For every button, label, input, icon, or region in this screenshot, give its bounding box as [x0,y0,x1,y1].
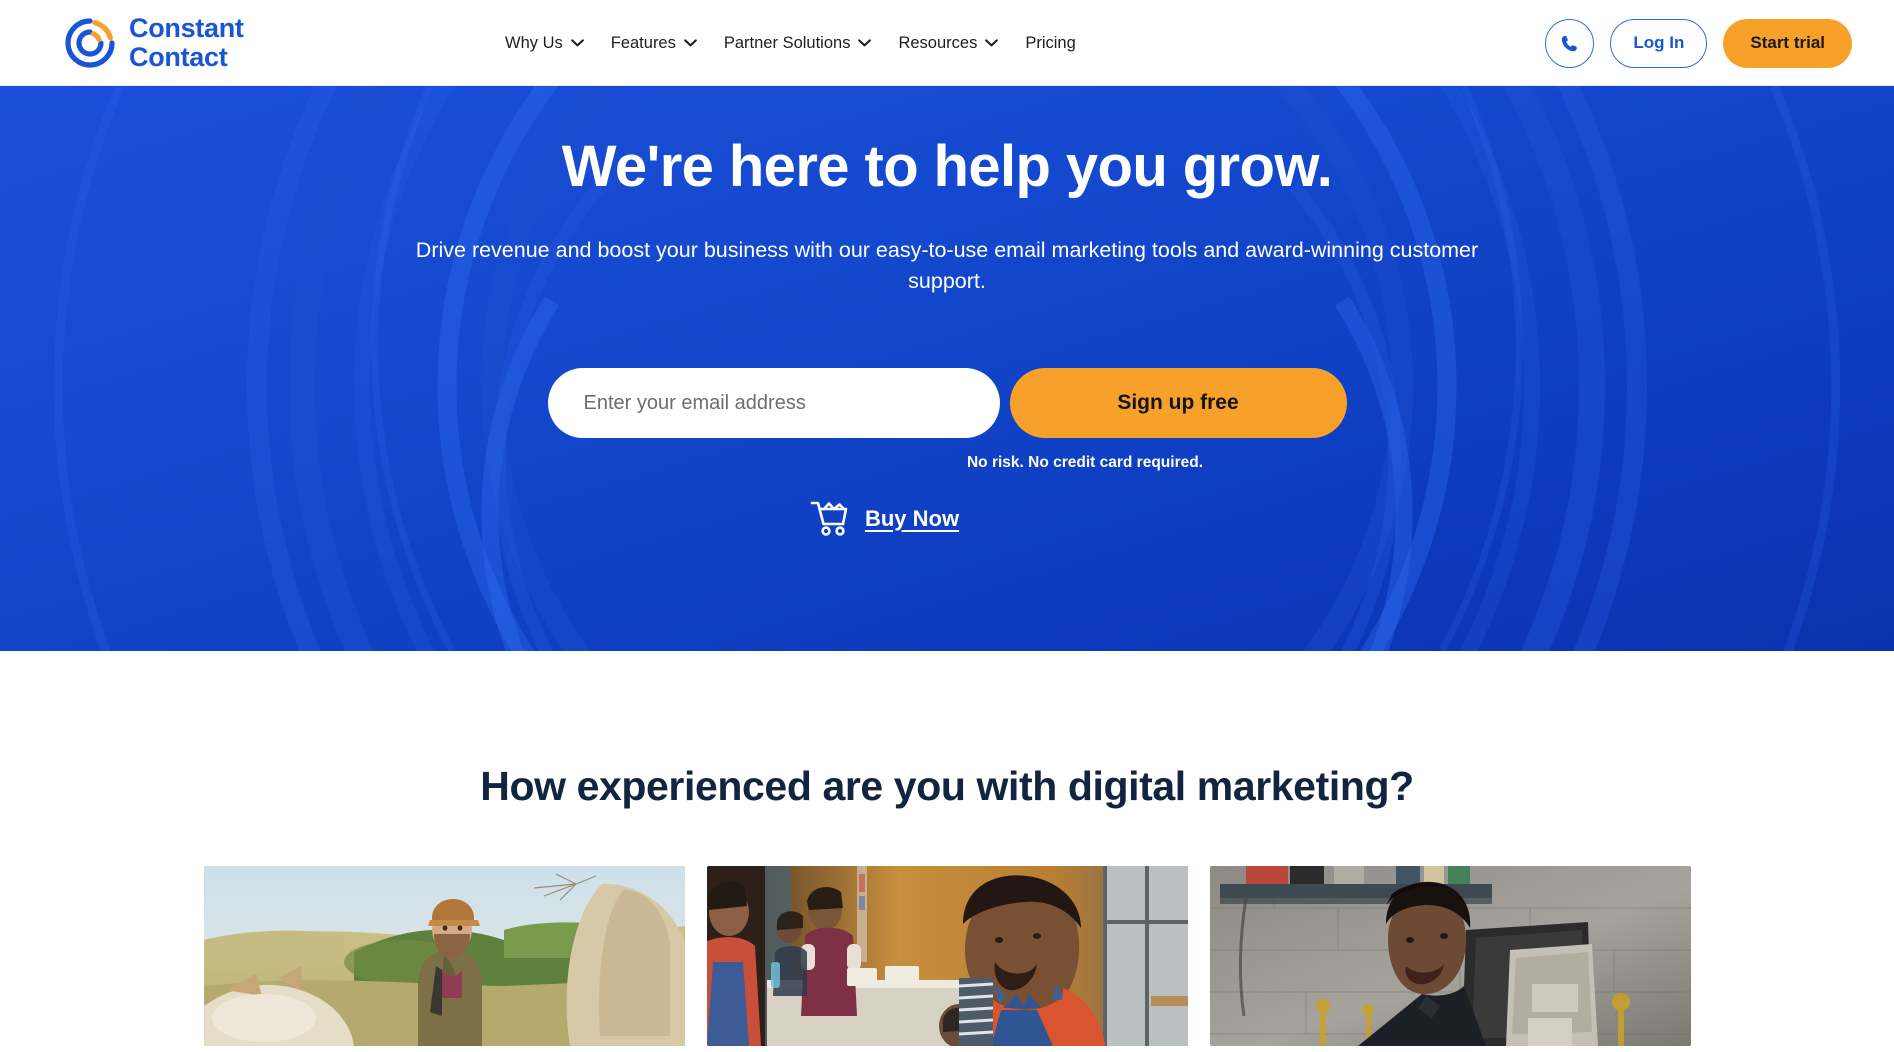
login-label: Log In [1633,33,1685,52]
primary-navigation: Why Us Features Partner Solutions Resour… [505,0,1076,86]
shopping-cart-icon [810,501,848,536]
nav-label: Partner Solutions [723,33,851,52]
header-actions: Log In Start trial [1545,0,1852,86]
email-input[interactable] [547,368,1000,439]
chevron-down-icon [684,39,697,47]
constant-contact-logo-icon [62,15,118,71]
nav-item-resources[interactable]: Resources [898,33,999,53]
nav-label: Resources [898,33,978,52]
phone-button[interactable] [1545,18,1595,68]
login-button[interactable]: Log In [1610,18,1708,68]
hero-section: We're here to help you grow. Drive reven… [0,86,1894,651]
phone-icon [1562,35,1578,51]
nav-item-why-us[interactable]: Why Us [505,34,584,53]
no-risk-disclaimer: No risk. No credit card required. [966,454,1203,472]
card-image-shop [1209,866,1691,1046]
nav-item-partner-solutions[interactable]: Partner Solutions [724,34,872,53]
experience-card-intermediate[interactable] [706,866,1188,1046]
chevron-down-icon [985,39,999,47]
nav-item-pricing[interactable]: Pricing [1025,34,1075,53]
hero-subtitle: Drive revenue and boost your business wi… [415,238,1479,293]
hero-content: We're here to help you grow. Drive reven… [0,86,1894,651]
logo-line-1: Constant [129,12,244,43]
section-title: How experienced are you with digital mar… [480,763,1414,809]
signup-form: Sign up free [547,368,1347,439]
experience-card-beginner[interactable] [203,866,685,1046]
card-image-farmer [203,866,685,1046]
buy-now-link[interactable]: Buy Now [810,500,959,537]
logo-line-2: Contact [129,41,228,72]
nav-label: Why Us [505,33,563,52]
experience-cards [0,866,1894,1046]
experience-section: How experienced are you with digital mar… [0,651,1894,1052]
logo[interactable]: Constant Contact [62,14,244,71]
buy-now-label: Buy Now [864,505,960,531]
hero-title: We're here to help you grow. [561,134,1333,199]
start-trial-label: Start trial [1750,33,1825,52]
sign-up-free-button[interactable]: Sign up free [1009,368,1347,439]
experience-card-advanced[interactable] [1209,866,1691,1046]
nav-label: Pricing [1025,33,1076,52]
logo-wordmark: Constant Contact [129,14,244,71]
chevron-down-icon [570,39,584,47]
site-header: Constant Contact Why Us Features Partner … [0,0,1894,86]
nav-item-features[interactable]: Features [611,34,697,53]
nav-label: Features [610,33,676,52]
chevron-down-icon [858,39,872,47]
card-image-cafe [706,866,1188,1046]
start-trial-button[interactable]: Start trial [1723,18,1852,68]
